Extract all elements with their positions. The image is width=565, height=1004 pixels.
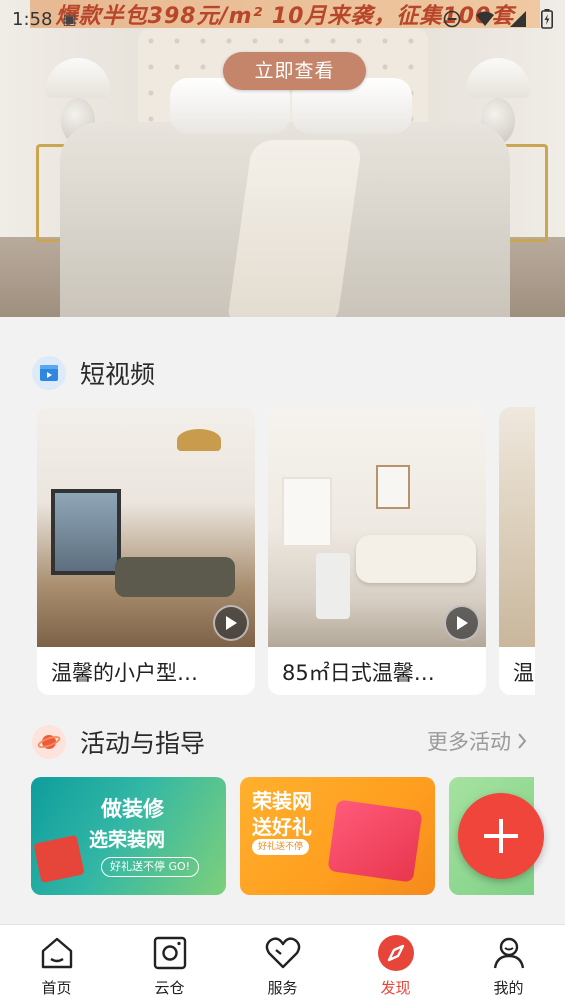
play-icon[interactable] [444,605,480,641]
warehouse-icon [150,933,190,973]
video-title: 温 [513,661,534,685]
activity-section-title: 活动与指导 [80,729,206,758]
gift-box-icon [327,799,423,883]
hero-banner[interactable]: 爆款半包398元/m² 10月来袭，征集100套 立即查看 [0,0,565,317]
video-section-header: 短视频 [32,355,532,391]
video-card[interactable]: 温馨的小户型… [37,407,255,695]
activity-card-subtitle: 选荣装网 [89,829,166,851]
thumb-sofa [356,535,476,583]
nav-label-discover: 发现 [380,979,411,997]
nav-item-discover[interactable]: 发现 [339,925,452,1004]
battery-icon [541,9,553,29]
video-section-title: 短视频 [80,360,156,389]
video-title: 85㎡日式温馨… [282,661,435,685]
video-thumbnail [499,407,535,647]
activity-card-title: 荣装网 [252,789,312,813]
thumb-shelf [282,477,332,547]
bottom-nav: 首页 云仓 服务 发现 我的 [0,924,565,1004]
nav-label-service: 服务 [267,979,298,997]
video-carousel[interactable]: 温馨的小户型… 85㎡日式温馨… 温 [37,407,535,695]
video-card[interactable]: 温 [499,407,535,695]
thumb-sofa [115,557,235,597]
activity-card-subtitle: 送好礼 [252,815,312,839]
plus-icon [484,819,518,853]
user-icon [489,933,529,973]
clapperboard-icon [32,356,66,390]
wifi-icon [476,11,494,26]
nav-item-profile[interactable]: 我的 [452,925,565,1004]
activity-card-title: 做装修 [101,797,164,821]
nav-item-service[interactable]: 服务 [226,925,339,1004]
activity-card[interactable]: 做装修 选荣装网 好礼送不停 GO! [31,777,226,895]
heart-icon [263,933,303,973]
video-card[interactable]: 85㎡日式温馨… [268,407,486,695]
status-icons [443,9,553,29]
thumb-window [51,489,121,575]
thumb-chandelier [177,429,221,451]
video-thumbnail [37,407,255,647]
nav-label-warehouse: 云仓 [154,979,185,997]
notification-icon: ▣ [62,10,77,28]
dnd-icon [443,10,461,28]
nav-item-warehouse[interactable]: 云仓 [113,925,226,1004]
thumb-air-purifier [316,553,350,619]
signal-icon [510,11,526,27]
nav-label-profile: 我的 [493,979,524,997]
more-activities-link[interactable]: 更多活动 [427,726,527,756]
activity-card-badge: 好礼送不停 GO! [101,857,200,877]
status-time: 1:58 [12,8,53,30]
chevron-right-icon [518,733,527,749]
play-icon[interactable] [213,605,249,641]
thumb-artwork [376,465,410,509]
status-bar: 1:58 ▣ [0,0,565,38]
more-activities-label: 更多活动 [427,730,511,754]
nav-item-home[interactable]: 首页 [0,925,113,1004]
activity-card[interactable]: 荣装网 送好礼 好礼送不停 [240,777,435,895]
add-button[interactable] [458,793,544,879]
view-now-button[interactable]: 立即查看 [223,52,366,90]
planet-icon [32,725,66,759]
video-thumbnail [268,407,486,647]
nav-label-home: 首页 [41,979,72,997]
video-title: 温馨的小户型… [51,661,198,685]
compass-icon [376,933,416,973]
gift-icon [33,834,85,884]
activity-card-badge: 好礼送不停 [252,839,310,855]
home-icon [37,933,77,973]
discover-screen: 爆款半包398元/m² 10月来袭，征集100套 立即查看 1:58 ▣ 短视频 [0,0,565,1004]
